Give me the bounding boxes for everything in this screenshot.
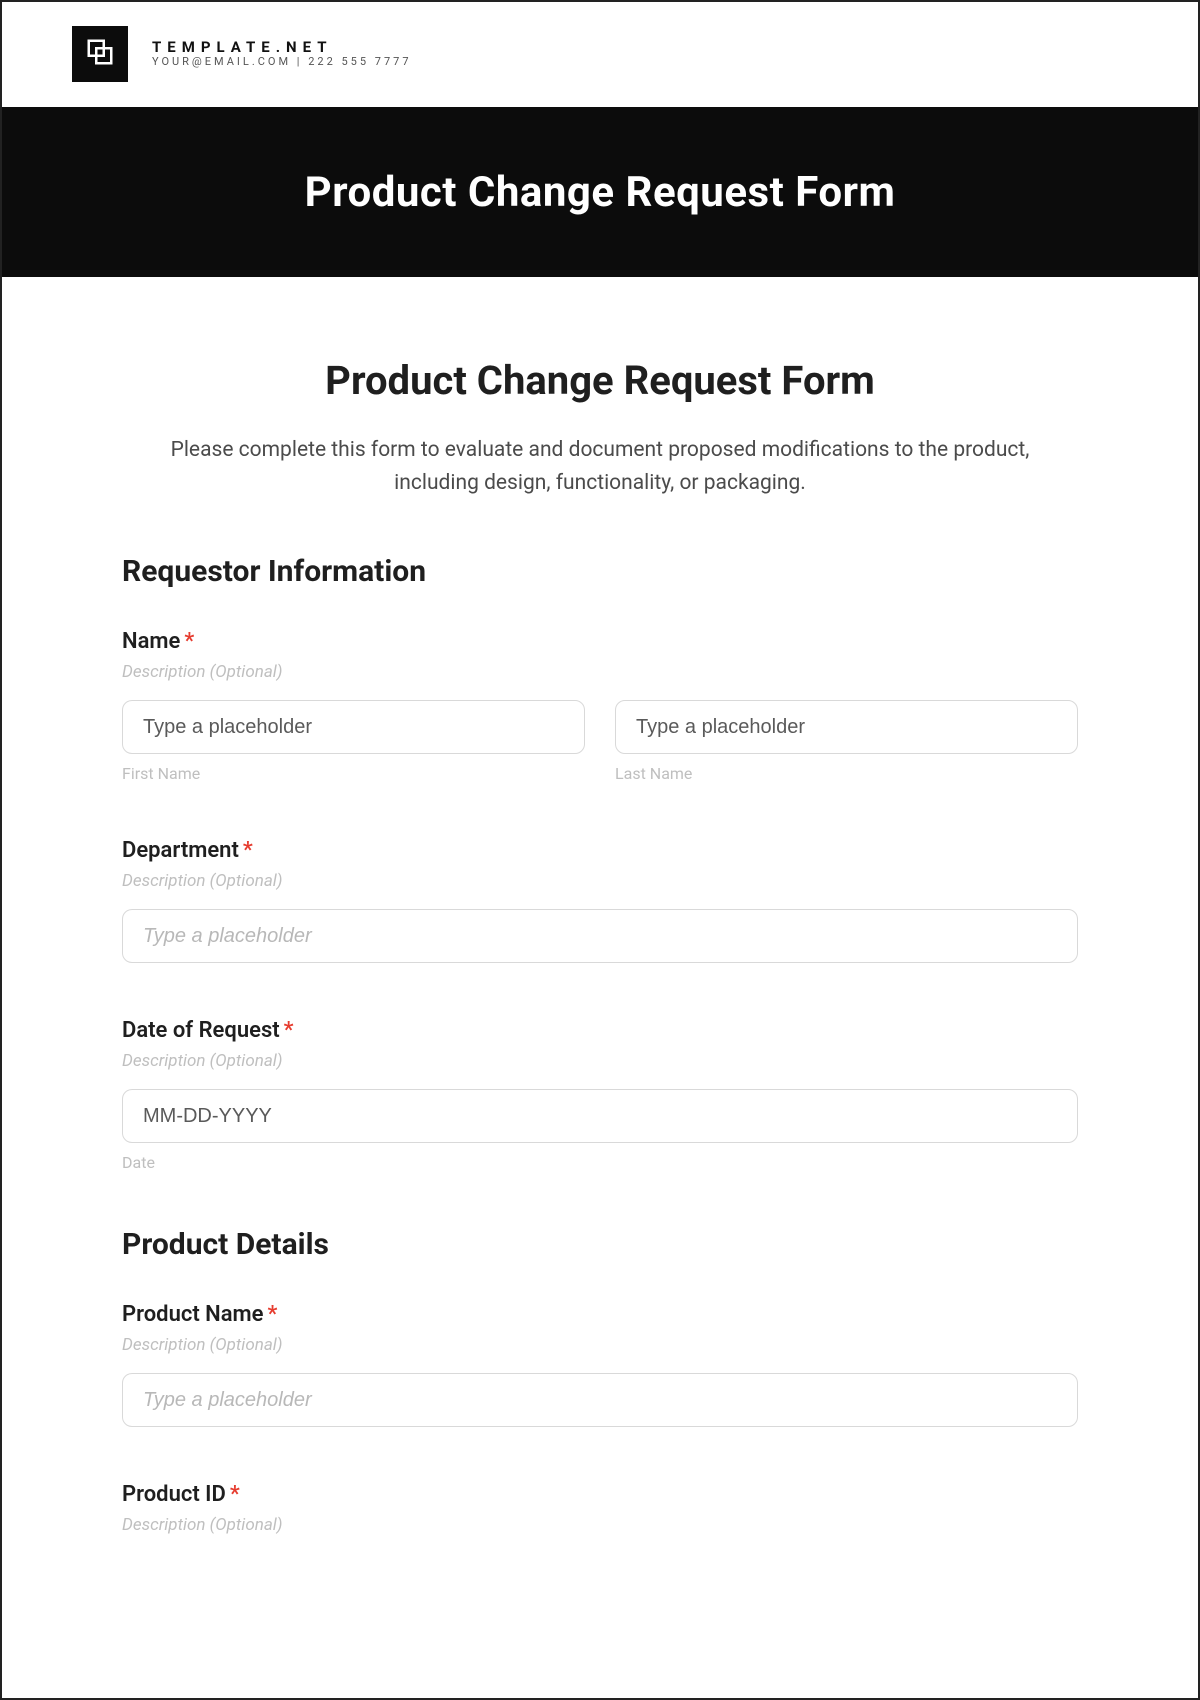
document-page: TEMPLATE.NET YOUR@EMAIL.COM | 222 555 77… (0, 0, 1200, 1700)
brand-name: TEMPLATE.NET (152, 39, 412, 56)
label-product-name: Product Name* (122, 1302, 1078, 1327)
brand-contact: YOUR@EMAIL.COM | 222 555 7777 (152, 56, 412, 69)
required-mark: * (184, 629, 194, 654)
first-name-input[interactable] (122, 700, 585, 754)
form-intro: Please complete this form to evaluate an… (160, 434, 1040, 499)
field-product-id: Product ID* Description (Optional) (122, 1482, 1078, 1535)
form-title: Product Change Request Form (122, 357, 1078, 404)
label-name: Name* (122, 629, 1078, 654)
field-name: Name* Description (Optional) First Name … (122, 629, 1078, 783)
desc-product-name: Description (Optional) (122, 1335, 1078, 1355)
desc-date: Description (Optional) (122, 1051, 1078, 1071)
label-product-id-text: Product ID (122, 1482, 226, 1507)
label-name-text: Name (122, 629, 180, 654)
field-product-name: Product Name* Description (Optional) (122, 1302, 1078, 1427)
date-input[interactable] (122, 1089, 1078, 1143)
required-mark: * (268, 1302, 278, 1327)
brand-text: TEMPLATE.NET YOUR@EMAIL.COM | 222 555 77… (152, 39, 412, 69)
banner-title: Product Change Request Form (305, 168, 896, 217)
label-date: Date of Request* (122, 1018, 1078, 1043)
label-product-name-text: Product Name (122, 1302, 264, 1327)
section-heading-requestor: Requestor Information (122, 554, 1078, 589)
product-name-input[interactable] (122, 1373, 1078, 1427)
last-name-input[interactable] (615, 700, 1078, 754)
desc-department: Description (Optional) (122, 871, 1078, 891)
department-input[interactable] (122, 909, 1078, 963)
sublabel-first-name: First Name (122, 764, 585, 783)
sublabel-date: Date (122, 1153, 1078, 1172)
required-mark: * (284, 1018, 294, 1043)
desc-product-id: Description (Optional) (122, 1515, 1078, 1535)
sublabel-last-name: Last Name (615, 764, 1078, 783)
label-department-text: Department (122, 838, 239, 863)
form-body: Product Change Request Form Please compl… (2, 277, 1198, 1535)
letterhead: TEMPLATE.NET YOUR@EMAIL.COM | 222 555 77… (2, 2, 1198, 107)
desc-name: Description (Optional) (122, 662, 1078, 682)
section-heading-product: Product Details (122, 1227, 1078, 1262)
required-mark: * (243, 838, 253, 863)
field-date: Date of Request* Description (Optional) … (122, 1018, 1078, 1172)
label-product-id: Product ID* (122, 1482, 1078, 1507)
label-department: Department* (122, 838, 1078, 863)
field-department: Department* Description (Optional) (122, 838, 1078, 963)
label-date-text: Date of Request (122, 1018, 280, 1043)
title-banner: Product Change Request Form (2, 107, 1198, 277)
brand-logo (72, 26, 128, 82)
logo-icon (85, 37, 115, 71)
required-mark: * (230, 1482, 240, 1507)
